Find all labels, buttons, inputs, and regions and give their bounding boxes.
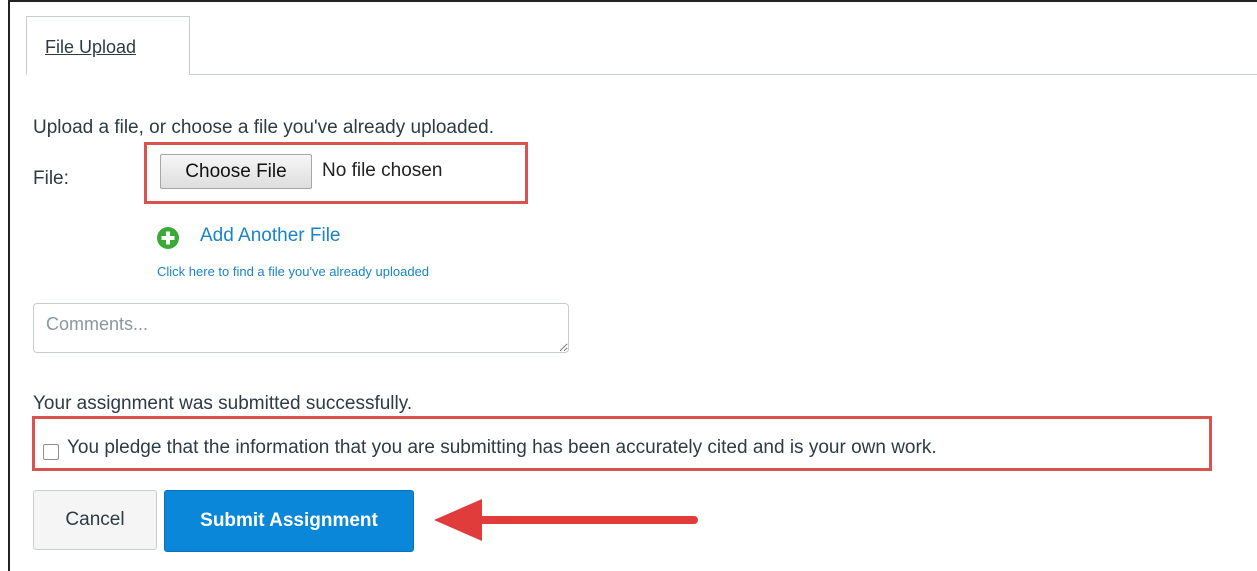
file-label: File:	[33, 168, 69, 189]
pledge-label[interactable]: You pledge that the information that you…	[67, 437, 937, 459]
tab-file-upload[interactable]: File Upload	[26, 16, 190, 75]
submit-assignment-button[interactable]: Submit Assignment	[164, 490, 414, 552]
plus-circle-icon[interactable]	[157, 227, 179, 249]
comments-textarea[interactable]	[33, 303, 569, 353]
tab-file-upload-label[interactable]: File Upload	[45, 37, 136, 58]
assignment-submission-panel: File Upload	[8, 0, 1257, 571]
file-status-text: No file chosen	[322, 160, 443, 181]
choose-file-button[interactable]: Choose File	[160, 154, 312, 189]
pledge-checkbox[interactable]	[43, 444, 59, 460]
submission-success-message: Your assignment was submitted successful…	[33, 393, 413, 414]
find-uploaded-file-link[interactable]: Click here to find a file you've already…	[157, 264, 429, 279]
tab-divider	[190, 74, 1257, 75]
add-another-file-link[interactable]: Add Another File	[200, 225, 340, 247]
upload-instructions: Upload a file, or choose a file you've a…	[33, 117, 494, 138]
cancel-button[interactable]: Cancel	[33, 490, 157, 550]
arrow-left-icon	[434, 499, 698, 541]
